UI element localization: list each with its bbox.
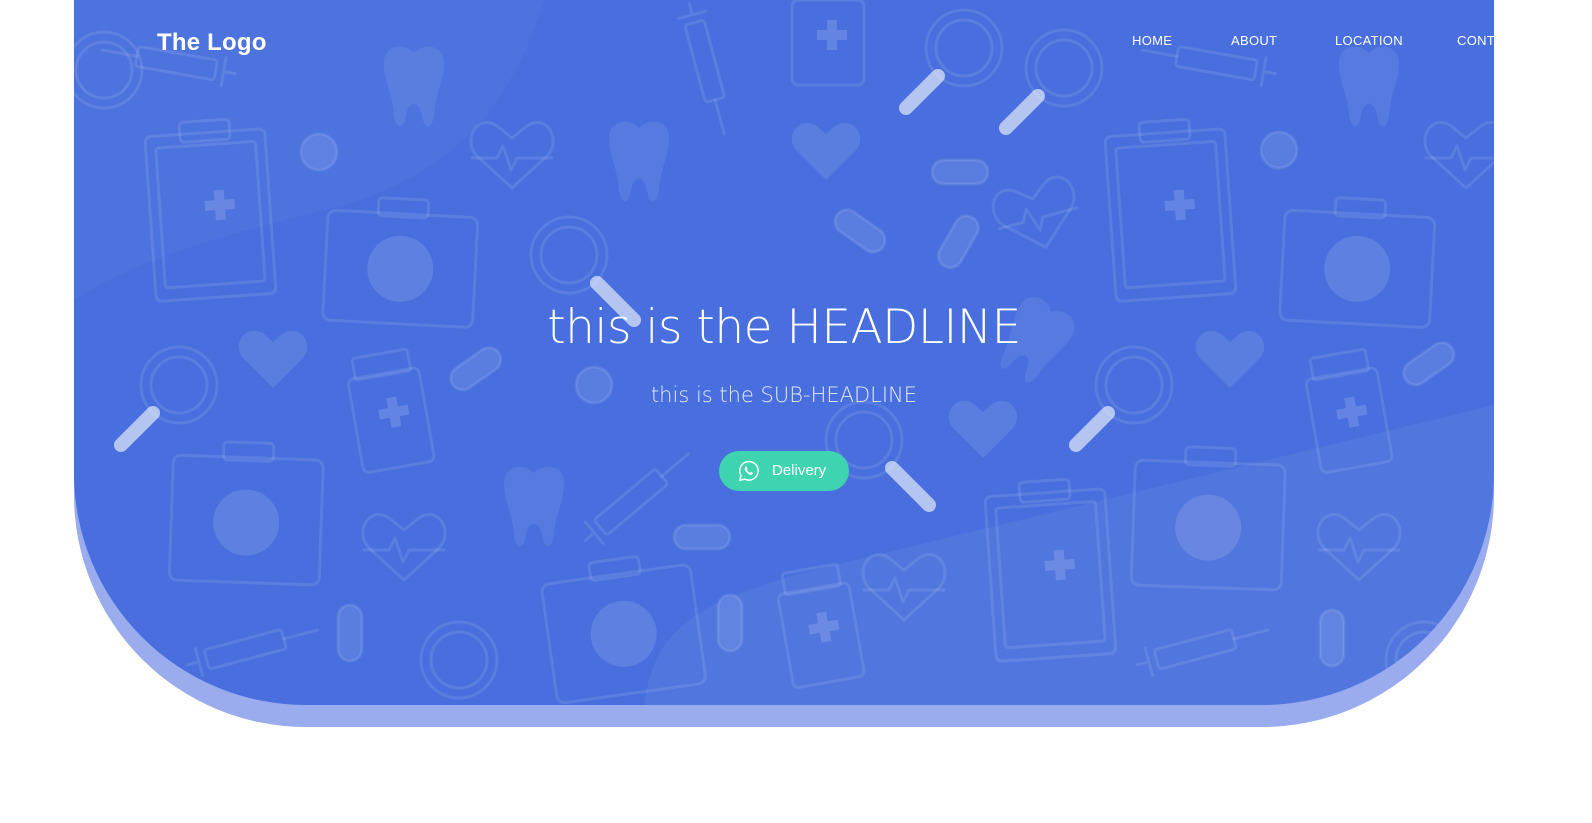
syringe-icon [677,1,726,136]
magnifier-icon [419,620,499,700]
nav-item-about[interactable]: ABOUT [1231,33,1277,48]
delivery-button[interactable]: Delivery [719,451,849,491]
heartbeat-icon [1423,121,1494,190]
heart-icon [791,122,861,180]
tooth-icon [1339,46,1399,127]
pill-capsule-icon [716,593,744,653]
pill-tablet-icon [1259,130,1299,170]
hero-section: The Logo HOME ABOUT LOCATION CONTA this … [74,0,1494,705]
pill-capsule-icon [336,603,364,663]
main-nav: HOME ABOUT LOCATION CONTA [74,33,1494,49]
heartbeat-icon [361,513,447,582]
pill-capsule-icon [1318,608,1346,668]
hero-subheadline: this is the SUB-HEADLINE [650,383,918,407]
clipboard-icon [1103,117,1238,303]
hero-headline: this is the HEADLINE [547,300,1021,355]
first-aid-kit-icon [167,440,325,587]
pill-tablet-icon [299,132,339,172]
medicine-bottle-icon [346,347,436,474]
pill-capsule-icon [672,523,732,551]
nav-item-home[interactable]: HOME [1132,33,1172,48]
heartbeat-icon [469,121,555,190]
nav-item-contact[interactable]: CONTA [1457,33,1494,48]
whatsapp-icon [738,460,759,482]
delivery-button-label: Delivery [772,462,827,479]
heart-icon [948,400,1018,458]
syringe-icon [185,628,320,677]
magnifier-icon [824,400,936,512]
tooth-icon [609,121,669,202]
pill-capsule-icon [936,214,980,270]
heartbeat-icon [991,175,1079,249]
pill-capsule-icon [833,208,887,254]
tooth-icon [504,466,564,547]
nav-item-location[interactable]: LOCATION [1335,33,1403,48]
pill-capsule-icon [930,158,990,186]
magnifier-icon [899,8,1004,115]
